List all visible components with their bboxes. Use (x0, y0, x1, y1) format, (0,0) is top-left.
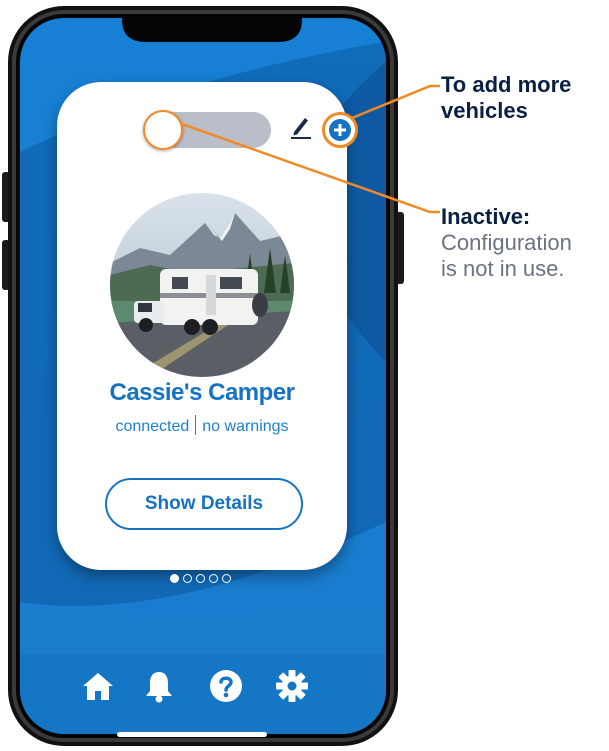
inactive-body-line2: is not in use. (441, 256, 565, 281)
add-vehicles-callout: To add more vehicles (441, 72, 609, 124)
inactive-callout: Inactive: Configuration is not in use. (441, 204, 609, 282)
add-vehicles-text: To add more vehicles (441, 72, 572, 123)
inactive-title: Inactive: (441, 204, 531, 229)
inactive-body-line1: Configuration (441, 230, 572, 255)
